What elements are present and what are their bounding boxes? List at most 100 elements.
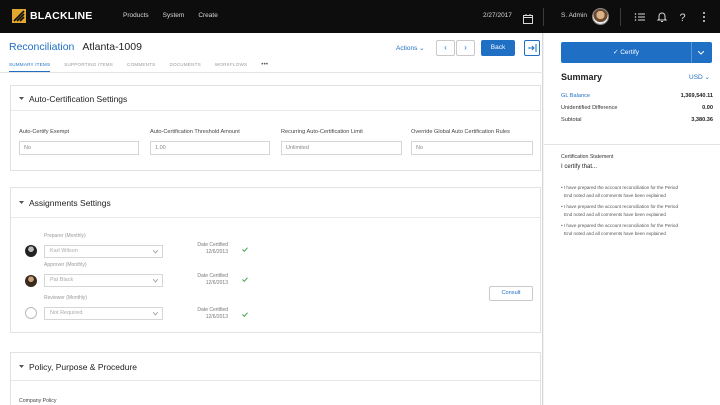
reviewer-dropdown[interactable]: Not Required: [44, 307, 163, 320]
check-icon: [242, 247, 248, 252]
date-certified-title: Date Certified: [197, 307, 228, 313]
main-panel: Reconciliation Atlanta-1009 Actions ⌄ ‹ ›…: [0, 33, 543, 405]
gl-balance-value: 1,369,540.11: [680, 93, 713, 99]
certification-bullet: • I have prepared the account reconcilia…: [561, 185, 679, 190]
certify-label: ✓ Certify: [612, 49, 640, 56]
section-header[interactable]: Auto-Certification Settings: [11, 86, 540, 111]
gl-balance-link[interactable]: GL Balance: [561, 93, 590, 99]
top-nav: Products System Create: [123, 12, 218, 19]
nav-create[interactable]: Create: [198, 12, 218, 19]
preparer-avatar: [25, 245, 37, 257]
currency-label: USD: [689, 74, 703, 81]
certification-bullet-cont: End noted and all comments have been exp…: [564, 212, 666, 217]
section-title: Assignments Settings: [29, 198, 111, 208]
next-button[interactable]: ›: [456, 40, 475, 56]
tab-more[interactable]: •••: [261, 62, 268, 72]
date-certified-value: 12/6/2013: [205, 314, 228, 320]
blackline-logo[interactable]: BLACKLINE: [12, 9, 92, 23]
caret-down-icon: [19, 97, 24, 100]
chevron-down-icon: [153, 250, 158, 254]
subtotal-label: Subtotal: [561, 117, 582, 123]
arrow-right-bar-icon: [528, 44, 537, 52]
threshold-amount-field[interactable]: 1.00: [150, 141, 270, 155]
unidentified-value: 0.00: [702, 105, 713, 111]
preparer-dropdown[interactable]: Karl Wilson: [44, 245, 163, 258]
svg-text:?: ?: [680, 12, 686, 23]
certification-bullet-cont: End noted and all comments have been exp…: [564, 193, 666, 198]
blackline-logo-icon: [12, 9, 26, 23]
policy-section: Policy, Purpose & Procedure Company Poli…: [10, 352, 541, 405]
consult-button[interactable]: Consult: [489, 286, 533, 301]
override-rules-field[interactable]: No: [411, 141, 533, 155]
certify-button[interactable]: ✓ Certify: [561, 42, 712, 63]
chevron-left-icon: ‹: [444, 43, 447, 52]
back-button[interactable]: Back: [481, 40, 515, 56]
divider: [620, 8, 621, 26]
unidentified-label: Unidentified Difference: [561, 105, 618, 111]
recurring-limit-field[interactable]: Unlimited: [281, 141, 402, 155]
user-avatar[interactable]: [592, 8, 609, 25]
chevron-down-icon: [153, 312, 158, 316]
page-title: Reconciliation Atlanta-1009: [9, 41, 142, 53]
chevron-down-icon: [153, 279, 158, 283]
user-name[interactable]: S. Admin: [561, 12, 587, 19]
tab-comments[interactable]: COMMENTS: [127, 62, 155, 72]
field-label: Recurring Auto-Certification Limit: [281, 129, 363, 135]
top-bar: BLACKLINE Products System Create 2/27/20…: [0, 0, 720, 33]
reviewer-avatar-placeholder: [25, 307, 37, 319]
actions-dropdown[interactable]: Actions ⌄: [396, 44, 425, 52]
date-certified-label: Date Certified 12/6/2013: [181, 307, 228, 321]
date-certified-title: Date Certified: [197, 242, 228, 248]
tab-workflows[interactable]: WORKFLOWS: [215, 62, 247, 72]
auto-certify-exempt-field[interactable]: No: [19, 141, 139, 155]
check-icon: [242, 312, 248, 317]
bell-icon[interactable]: [656, 10, 668, 22]
date-certified-label: Date Certified 12/6/2013: [181, 273, 228, 287]
nav-products[interactable]: Products: [123, 12, 149, 19]
nav-system[interactable]: System: [163, 12, 185, 19]
section-header[interactable]: Policy, Purpose & Procedure: [11, 353, 540, 381]
divider: [691, 42, 692, 63]
tab-bar: SUMMARY ITEMS SUPPORTING ITEMS COMMENTS …: [9, 62, 282, 72]
currency-dropdown[interactable]: USD ⌄: [689, 73, 710, 81]
brand-name: BLACKLINE: [30, 10, 93, 22]
subtotal-value: 3,380.36: [691, 117, 713, 123]
summary-panel: ✓ Certify Summary USD ⌄ GL Balance 1,369…: [544, 33, 720, 405]
field-label: Auto-Certification Threshold Amount: [150, 129, 240, 135]
section-header[interactable]: Assignments Settings: [11, 188, 540, 218]
reviewer-name: Not Required: [50, 310, 83, 316]
actions-label: Actions: [396, 45, 418, 52]
previous-button[interactable]: ‹: [436, 40, 455, 56]
certification-bullet: • I have prepared the account reconcilia…: [561, 223, 679, 228]
period-date[interactable]: 2/27/2017: [483, 12, 512, 19]
section-title: Policy, Purpose & Procedure: [29, 362, 138, 372]
approver-dropdown[interactable]: Pat Black: [44, 274, 163, 287]
chevron-down-icon: ⌄: [419, 45, 425, 52]
role-label: Approver (Monthly): [44, 262, 87, 268]
section-title: Auto-Certification Settings: [29, 94, 128, 104]
check-icon: [242, 277, 248, 282]
calendar-icon[interactable]: [523, 11, 533, 24]
chevron-down-icon[interactable]: [698, 51, 704, 55]
tabs-divider: [0, 72, 543, 73]
auto-certification-section: Auto-Certification Settings Auto-Certify…: [10, 85, 541, 171]
date-certified-label: Date Certified 12/6/2013: [181, 242, 228, 256]
preparer-name: Karl Wilson: [50, 248, 78, 254]
caret-down-icon: [19, 201, 24, 204]
date-certified-value: 12/6/2013: [205, 249, 228, 255]
page-title-reconciliation[interactable]: Reconciliation: [9, 41, 74, 53]
help-icon[interactable]: ?: [677, 10, 689, 24]
date-certified-title: Date Certified: [197, 273, 228, 279]
toggle-panel-button[interactable]: [524, 40, 540, 56]
approver-avatar: [25, 275, 37, 287]
certification-bullet: • I have prepared the account reconcilia…: [561, 204, 679, 209]
tab-summary-items[interactable]: SUMMARY ITEMS: [9, 62, 51, 72]
date-certified-value: 12/6/2013: [205, 280, 228, 286]
tab-documents[interactable]: DOCUMENTS: [169, 62, 200, 72]
account-name: Atlanta-1009: [82, 41, 142, 53]
field-label: Auto-Certify Exempt: [19, 129, 70, 135]
menu-icon[interactable]: [634, 10, 646, 22]
tab-supporting-items[interactable]: SUPPORTING ITEMS: [64, 62, 113, 72]
divider: [543, 8, 544, 26]
more-vertical-icon[interactable]: [698, 10, 710, 22]
